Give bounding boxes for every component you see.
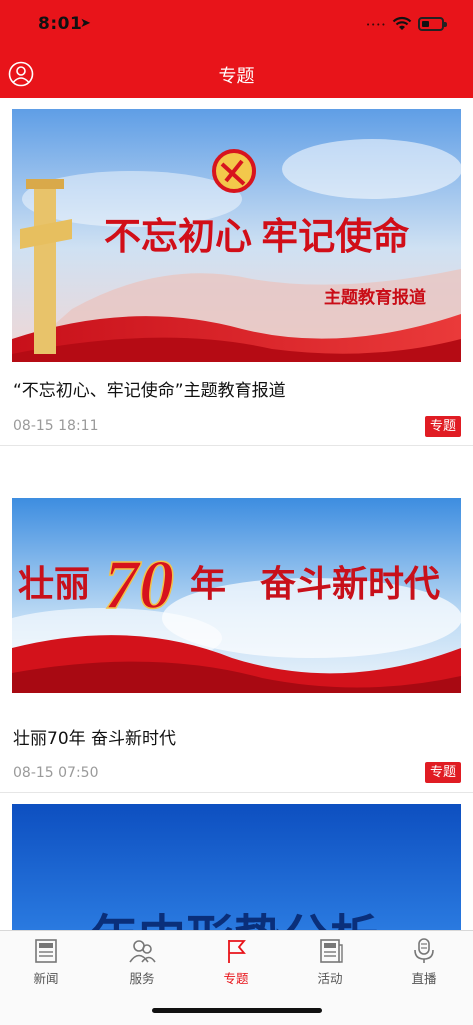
tab-services[interactable]: 服务 [102, 937, 182, 987]
article-title[interactable]: 壮丽70年 奋斗新时代 [13, 724, 176, 749]
banner-number: 70 [104, 547, 174, 624]
article-card[interactable]: 年中形势分析 [0, 804, 473, 930]
wifi-icon [392, 16, 412, 30]
flag-icon [228, 940, 246, 963]
signal-dots: •••• [366, 21, 387, 29]
tab-label: 专题 [223, 971, 249, 986]
banner-main-text: 不忘初心 牢记使命 [104, 215, 409, 258]
tab-topics[interactable]: 专题 [196, 937, 276, 987]
status-time: 8:01 [38, 14, 83, 34]
article-card[interactable]: 壮丽 70 年 奋斗新时代 壮丽70年 奋斗新时代 08-15 07:50 专题 [0, 498, 473, 792]
banner-left-text: 壮丽 [18, 564, 90, 605]
tab-label: 活动 [317, 971, 343, 986]
banner-sub-text: 主题教育报道 [324, 287, 426, 308]
divider [0, 792, 473, 793]
divider [0, 445, 473, 446]
newspaper-icon [320, 939, 343, 963]
article-date: 08-15 18:11 [13, 418, 99, 434]
banner-year-text: 年 [190, 564, 226, 605]
news-icon [35, 939, 57, 963]
banner-graphic: 不忘初心 牢记使命 主题教育报道 [12, 109, 461, 362]
status-bar: 8:01 ➤ •••• [0, 0, 473, 50]
location-arrow-icon: ➤ [80, 16, 91, 31]
article-banner-image[interactable]: 年中形势分析 [12, 804, 461, 930]
banner-graphic: 壮丽 70 年 奋斗新时代 [12, 498, 461, 693]
tab-label: 新闻 [33, 971, 59, 986]
article-date: 08-15 07:50 [13, 765, 99, 781]
microphone-icon [414, 938, 434, 963]
banner-partial-text: 年中形势分析 [90, 910, 378, 930]
article-title[interactable]: “不忘初心、牢记使命”主题教育报道 [13, 376, 286, 401]
banner-graphic: 年中形势分析 [12, 804, 461, 930]
topic-badge: 专题 [425, 416, 461, 437]
tab-label: 直播 [411, 971, 437, 986]
tab-news[interactable]: 新闻 [6, 937, 86, 987]
tab-live[interactable]: 直播 [384, 937, 464, 987]
battery-icon [418, 17, 447, 31]
topic-feed[interactable]: 不忘初心 牢记使命 主题教育报道 “不忘初心、牢记使命”主题教育报道 08-15… [0, 98, 473, 930]
banner-right-text: 奋斗新时代 [260, 564, 440, 605]
article-card[interactable]: 不忘初心 牢记使命 主题教育报道 “不忘初心、牢记使命”主题教育报道 08-15… [0, 98, 473, 445]
article-banner-image[interactable]: 不忘初心 牢记使命 主题教育报道 [12, 109, 461, 362]
people-icon [129, 940, 156, 963]
topic-badge: 专题 [425, 762, 461, 783]
tab-activities[interactable]: 活动 [290, 937, 370, 987]
home-indicator [152, 1008, 322, 1013]
tab-label: 服务 [129, 971, 155, 986]
page-title: 专题 [218, 66, 255, 87]
nav-bar: 专题 [0, 50, 473, 98]
article-banner-image[interactable]: 壮丽 70 年 奋斗新时代 [12, 498, 461, 693]
